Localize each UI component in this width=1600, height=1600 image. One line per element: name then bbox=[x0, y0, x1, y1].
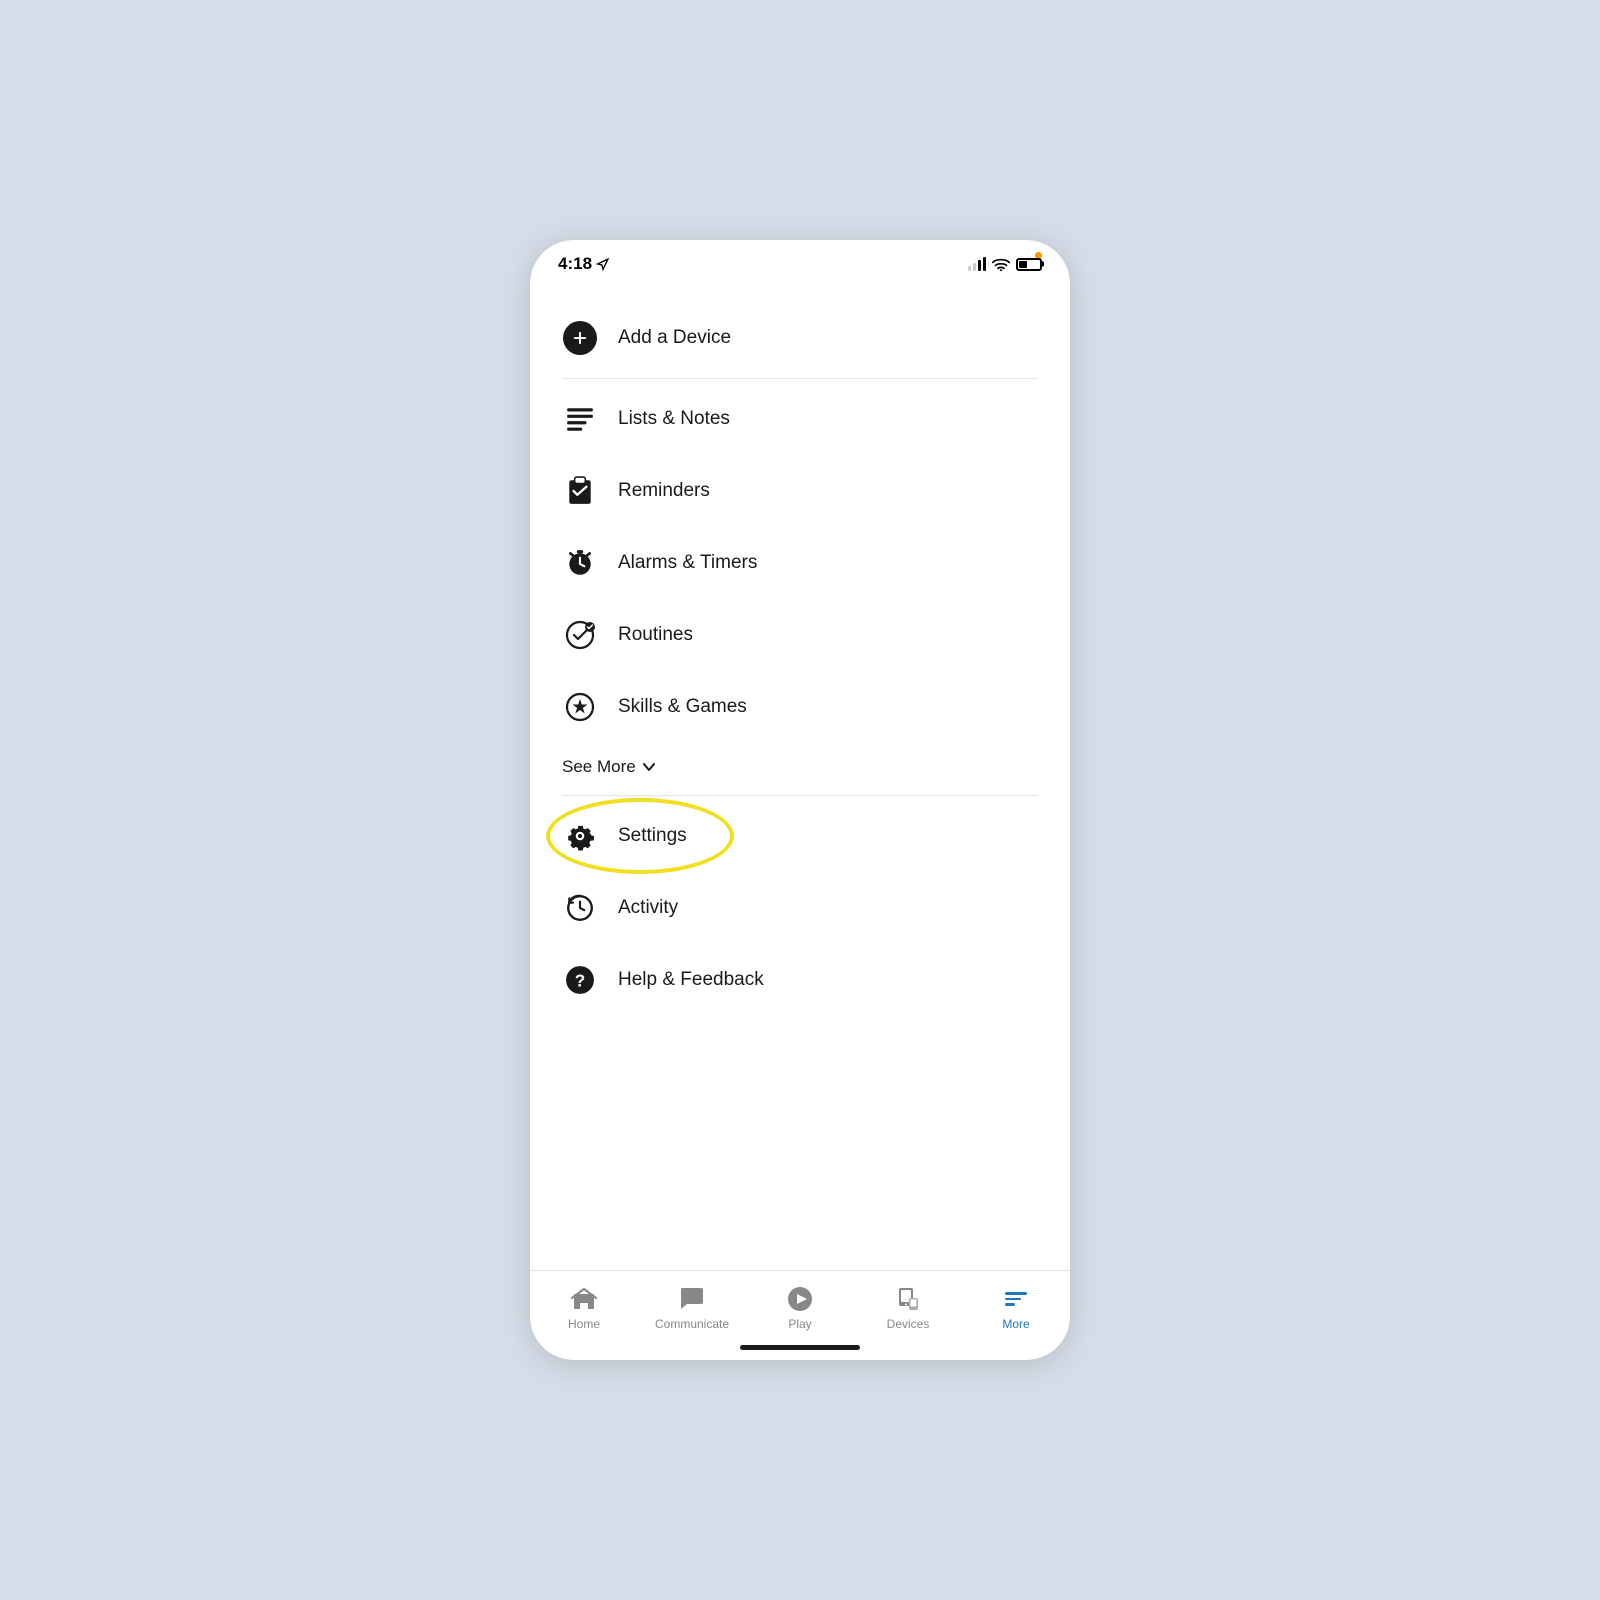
nav-play[interactable]: Play bbox=[746, 1281, 854, 1331]
history-icon bbox=[565, 893, 595, 923]
alarms-timers-label: Alarms & Timers bbox=[618, 552, 757, 574]
devices-nav-label: Devices bbox=[887, 1317, 930, 1331]
divider-2 bbox=[562, 795, 1038, 796]
play-circle-icon bbox=[787, 1286, 813, 1312]
nav-communicate[interactable]: Communicate bbox=[638, 1281, 746, 1331]
more-lines-icon bbox=[1005, 1292, 1027, 1306]
skills-games-label: Skills & Games bbox=[618, 696, 747, 718]
more-nav-icon bbox=[1002, 1285, 1030, 1313]
more-nav-label: More bbox=[1002, 1317, 1029, 1331]
battery-icon bbox=[1016, 258, 1042, 271]
skills-games-item[interactable]: Skills & Games bbox=[530, 671, 1070, 743]
routines-label: Routines bbox=[618, 624, 693, 646]
time-text: 4:18 bbox=[558, 254, 592, 274]
list-icon bbox=[565, 404, 595, 434]
alarms-timers-item[interactable]: Alarms & Timers bbox=[530, 527, 1070, 599]
routines-item[interactable]: Routines bbox=[530, 599, 1070, 671]
activity-item[interactable]: Activity bbox=[530, 872, 1070, 944]
reminders-icon bbox=[562, 473, 598, 509]
question-circle-icon: ? bbox=[565, 965, 595, 995]
divider-1 bbox=[562, 378, 1038, 379]
see-more-label: See More bbox=[562, 757, 636, 777]
more-line-1 bbox=[1005, 1292, 1027, 1295]
bottom-nav: Home Communicate Play bbox=[530, 1270, 1070, 1339]
play-nav-icon bbox=[786, 1285, 814, 1313]
reminders-item[interactable]: Reminders bbox=[530, 455, 1070, 527]
location-icon bbox=[596, 258, 609, 271]
signal-bars bbox=[968, 257, 986, 271]
home-nav-icon bbox=[570, 1285, 598, 1313]
skills-games-icon bbox=[562, 689, 598, 725]
help-feedback-icon: ? bbox=[562, 962, 598, 998]
lists-notes-icon bbox=[562, 401, 598, 437]
add-device-icon bbox=[562, 320, 598, 356]
chevron-down-icon bbox=[642, 760, 656, 774]
home-icon bbox=[571, 1286, 597, 1312]
home-bar bbox=[740, 1345, 860, 1350]
settings-icon bbox=[562, 818, 598, 854]
routines-circle-check-icon bbox=[564, 619, 596, 651]
signal-bar-4 bbox=[983, 257, 986, 271]
svg-text:?: ? bbox=[575, 970, 585, 990]
plus-icon bbox=[571, 329, 589, 347]
signal-bar-2 bbox=[973, 263, 976, 271]
phone-container: 4:18 bbox=[530, 240, 1070, 1360]
signal-bar-3 bbox=[978, 260, 981, 271]
devices-nav-icon bbox=[894, 1285, 922, 1313]
communicate-nav-icon bbox=[678, 1285, 706, 1313]
wifi-icon bbox=[992, 257, 1010, 271]
skills-star-icon bbox=[564, 691, 596, 723]
add-device-label: Add a Device bbox=[618, 327, 731, 349]
see-more-item[interactable]: See More bbox=[530, 743, 1070, 791]
help-feedback-item[interactable]: ? Help & Feedback bbox=[530, 944, 1070, 1016]
routines-icon bbox=[562, 617, 598, 653]
settings-label: Settings bbox=[618, 825, 687, 847]
menu-content: Add a Device Lists & Notes bbox=[530, 282, 1070, 1270]
chat-icon bbox=[679, 1286, 705, 1312]
communicate-nav-label: Communicate bbox=[655, 1317, 729, 1331]
alarm-icon bbox=[565, 548, 595, 578]
more-line-2 bbox=[1005, 1298, 1021, 1301]
nav-home[interactable]: Home bbox=[530, 1281, 638, 1331]
status-icons bbox=[968, 257, 1042, 271]
status-time: 4:18 bbox=[558, 254, 609, 274]
clipboard-check-icon bbox=[565, 476, 595, 506]
alarms-timers-icon bbox=[562, 545, 598, 581]
nav-more[interactable]: More bbox=[962, 1281, 1070, 1331]
home-indicator bbox=[530, 1339, 1070, 1360]
play-nav-label: Play bbox=[788, 1317, 811, 1331]
home-nav-label: Home bbox=[568, 1317, 600, 1331]
gear-icon bbox=[565, 821, 595, 851]
activity-label: Activity bbox=[618, 897, 678, 919]
add-device-item[interactable]: Add a Device bbox=[530, 302, 1070, 374]
nav-devices[interactable]: Devices bbox=[854, 1281, 962, 1331]
signal-bar-1 bbox=[968, 266, 971, 271]
reminders-label: Reminders bbox=[618, 480, 710, 502]
more-line-3 bbox=[1005, 1303, 1015, 1306]
status-bar: 4:18 bbox=[530, 240, 1070, 282]
battery-fill bbox=[1019, 261, 1027, 268]
lists-notes-item[interactable]: Lists & Notes bbox=[530, 383, 1070, 455]
settings-item[interactable]: Settings bbox=[530, 800, 1070, 872]
help-feedback-label: Help & Feedback bbox=[618, 969, 764, 991]
activity-icon bbox=[562, 890, 598, 926]
devices-icon bbox=[895, 1286, 921, 1312]
lists-notes-label: Lists & Notes bbox=[618, 408, 730, 430]
